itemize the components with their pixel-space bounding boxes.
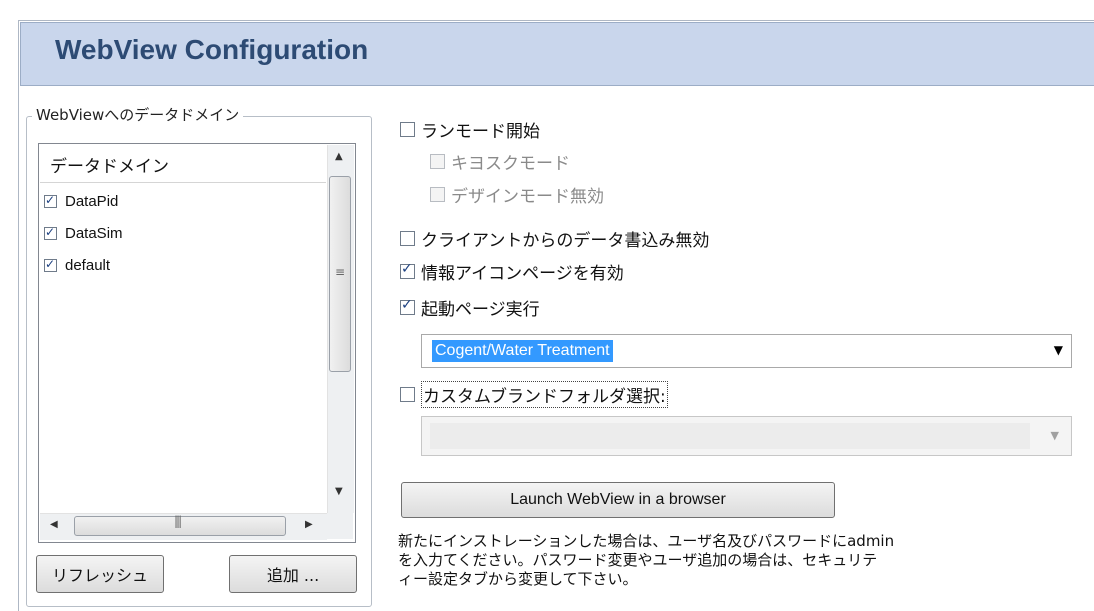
checkbox[interactable] xyxy=(44,225,57,240)
note-line: を入力てください。パスワード変更やユーザ追加の場合は、セキュリテ xyxy=(398,551,878,569)
checkbox[interactable] xyxy=(430,187,445,202)
list-item[interactable]: DataSim xyxy=(44,222,123,244)
note-line: ィー設定タブから変更して下さい。 xyxy=(398,570,638,588)
list-item-label: DataPid xyxy=(65,192,119,210)
checkbox[interactable] xyxy=(400,297,415,315)
custom-brand-folder-option[interactable]: カスタムブランドフォルダ選択: xyxy=(400,381,668,408)
custom-brand-folder-label: カスタムブランドフォルダ選択: xyxy=(421,381,668,408)
checkbox[interactable] xyxy=(44,257,57,272)
run-startup-page-option[interactable]: 起動ページ実行 xyxy=(400,295,540,320)
grip-icon: ≡ xyxy=(335,265,346,279)
startup-page-value: Cogent/Water Treatment xyxy=(432,340,613,362)
kiosk-mode-label: キヨスクモード xyxy=(451,154,570,174)
disable-design-mode-label: デザインモード無効 xyxy=(451,187,604,207)
scroll-down-icon[interactable]: ▼ xyxy=(335,486,343,497)
list-item-label: DataSim xyxy=(65,224,123,242)
launch-webview-button[interactable]: Launch WebView in a browser xyxy=(401,482,835,518)
scroll-up-icon[interactable]: ▲ xyxy=(335,151,343,162)
disable-client-writes-label: クライアントからのデータ書込み無効 xyxy=(421,231,710,251)
admin-note: 新たにインストレーションした場合は、ユーザ名及びパスワードにadmin を入力て… xyxy=(398,532,998,589)
startup-page-select[interactable]: Cogent/Water Treatment ▼ xyxy=(421,334,1072,368)
chevron-down-icon[interactable]: ▼ xyxy=(1051,429,1059,442)
scroll-right-icon[interactable]: ▶ xyxy=(305,519,313,530)
checkbox[interactable] xyxy=(400,387,415,402)
list-item[interactable]: DataPid xyxy=(44,190,118,212)
checkbox[interactable] xyxy=(44,193,57,208)
disable-client-writes-option[interactable]: クライアントからのデータ書込み無効 xyxy=(400,226,709,251)
enable-info-icon-page-option[interactable]: 情報アイコンページを有効 xyxy=(400,259,624,284)
list-item-label: default xyxy=(65,256,111,274)
run-mode-option[interactable]: ランモード開始 xyxy=(400,117,540,142)
page-title: WebView Configuration xyxy=(55,34,369,65)
disable-design-mode-option[interactable]: デザインモード無効 xyxy=(430,182,604,207)
refresh-button[interactable]: リフレッシュ xyxy=(36,555,164,593)
run-mode-label: ランモード開始 xyxy=(421,122,540,142)
scroll-corner xyxy=(327,513,353,539)
brand-folder-select[interactable]: ▼ xyxy=(421,416,1072,456)
page-header: WebView Configuration xyxy=(20,22,1094,86)
checkbox[interactable] xyxy=(430,154,445,169)
checkbox[interactable] xyxy=(400,261,415,279)
kiosk-mode-option[interactable]: キヨスクモード xyxy=(430,149,570,174)
brand-folder-value xyxy=(430,423,1030,449)
chevron-down-icon[interactable]: ▼ xyxy=(1054,343,1063,357)
checkbox[interactable] xyxy=(400,231,415,246)
data-domain-group-title: WebViewへのデータドメイン xyxy=(32,104,244,125)
run-startup-page-label: 起動ページ実行 xyxy=(421,300,540,320)
note-line: 新たにインストレーションした場合は、ユーザ名及びパスワードにadmin xyxy=(398,532,895,550)
list-column-header[interactable]: データドメイン xyxy=(40,146,326,183)
grip-icon: ||| xyxy=(174,514,182,528)
enable-info-icon-page-label: 情報アイコンページを有効 xyxy=(421,264,624,284)
add-button[interactable]: 追加 ... xyxy=(229,555,357,593)
scroll-left-icon[interactable]: ◀ xyxy=(50,519,58,530)
list-column-header-label: データドメイン xyxy=(50,157,169,177)
list-item[interactable]: default xyxy=(44,254,110,276)
checkbox[interactable] xyxy=(400,122,415,137)
